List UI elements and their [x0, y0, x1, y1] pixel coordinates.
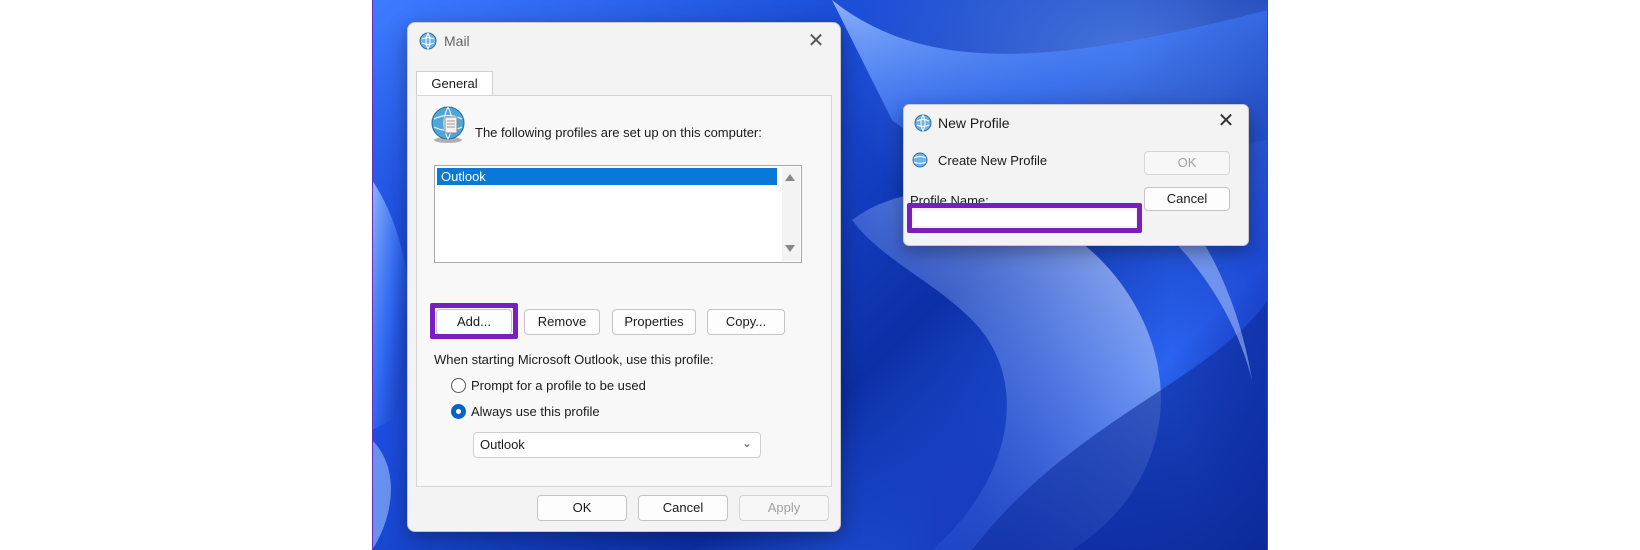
create-new-profile-label: Create New Profile: [938, 153, 1048, 168]
close-icon: ✕: [807, 30, 825, 52]
mail-title: Mail: [444, 33, 470, 49]
copy-button[interactable]: Copy...: [707, 309, 785, 335]
profiles-globe-icon: [431, 106, 465, 143]
list-item[interactable]: Outlook: [437, 168, 777, 185]
radio-prompt-profile[interactable]: [451, 378, 466, 393]
create-profile-icon: [912, 152, 928, 168]
frame-border-left: [372, 0, 373, 550]
new-profile-ok-button: OK: [1144, 151, 1230, 175]
tab-general[interactable]: General: [416, 71, 493, 96]
profiles-label: The following profiles are set up on thi…: [475, 125, 762, 140]
properties-button[interactable]: Properties: [612, 309, 696, 335]
profile-select-value: Outlook: [480, 437, 525, 452]
scroll-down-arrow-icon[interactable]: [785, 245, 795, 252]
profiles-scrollbar[interactable]: [782, 167, 800, 261]
profiles-listbox[interactable]: Outlook: [434, 165, 802, 263]
new-profile-close-button[interactable]: ✕: [1214, 109, 1238, 133]
new-profile-dialog: New Profile ✕ Create New Profile OK Canc…: [903, 104, 1249, 246]
new-profile-title: New Profile: [938, 115, 1010, 131]
radio-prompt-label[interactable]: Prompt for a profile to be used: [471, 378, 646, 393]
mail-globe-icon: [419, 32, 437, 50]
new-profile-globe-icon: [914, 114, 932, 132]
general-tab-panel: [416, 95, 832, 487]
mail-close-button[interactable]: ✕: [804, 29, 828, 53]
profile-select[interactable]: Outlook ⌄: [473, 432, 761, 458]
profile-name-highlight: [907, 203, 1142, 233]
new-profile-cancel-button[interactable]: Cancel: [1144, 187, 1230, 211]
chevron-down-icon: ⌄: [741, 436, 752, 450]
scroll-up-arrow-icon[interactable]: [785, 174, 795, 181]
frame-border-right: [1267, 0, 1268, 550]
add-button-highlight: [430, 303, 518, 339]
mail-titlebar: Mail ✕: [408, 23, 840, 61]
apply-button: Apply: [739, 495, 829, 521]
startup-label: When starting Microsoft Outlook, use thi…: [434, 352, 714, 367]
ok-button[interactable]: OK: [537, 495, 627, 521]
radio-always-use-profile[interactable]: [451, 404, 466, 419]
cancel-button[interactable]: Cancel: [638, 495, 728, 521]
radio-always-label[interactable]: Always use this profile: [471, 404, 600, 419]
remove-button[interactable]: Remove: [524, 309, 600, 335]
close-icon: ✕: [1217, 110, 1235, 132]
